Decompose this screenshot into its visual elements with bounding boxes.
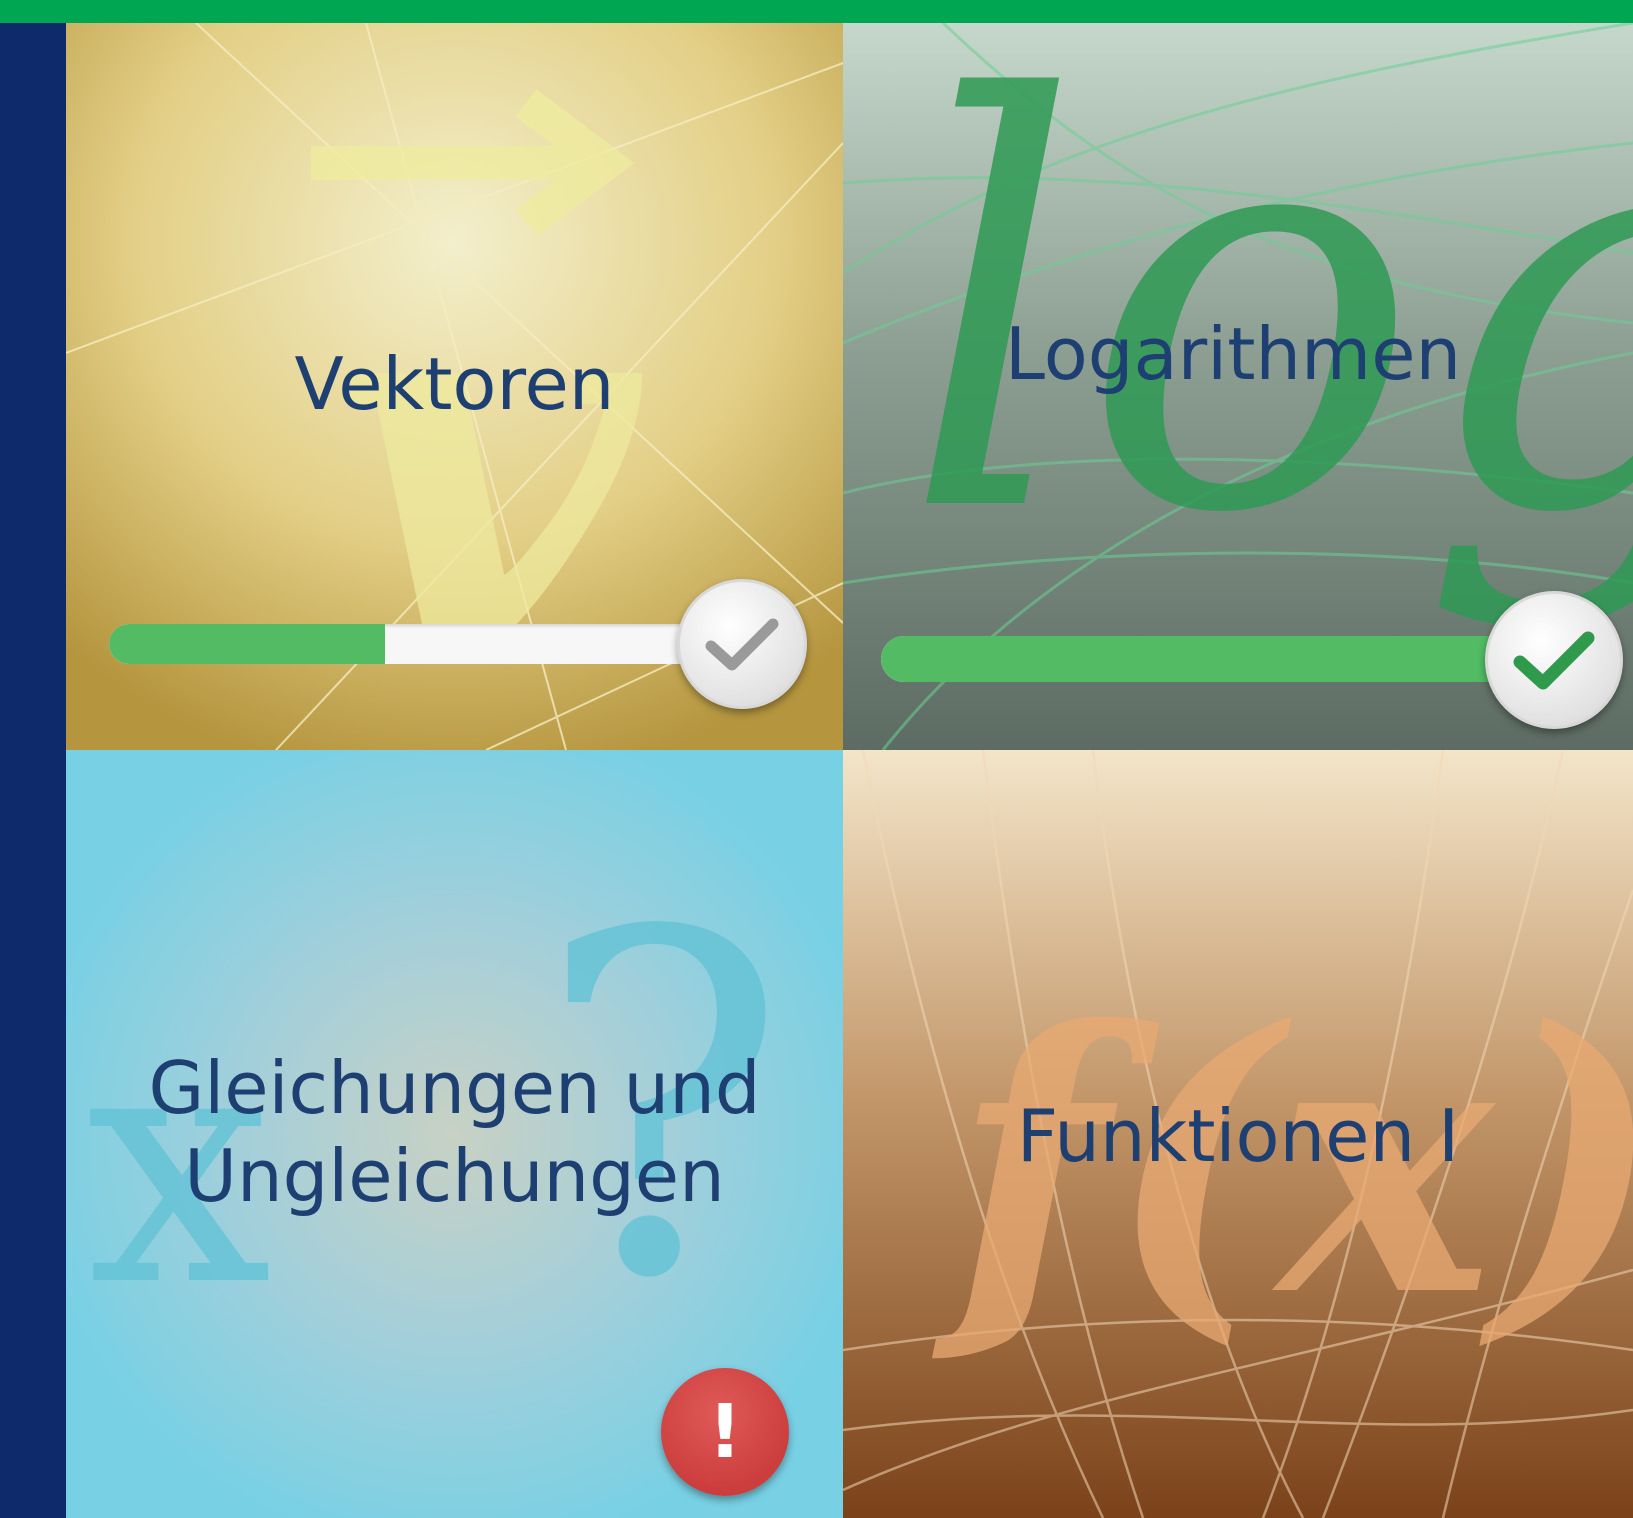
tile-vektoren[interactable]: v Vektoren [66,23,843,750]
tile-title-funktionen: Funktionen I [1016,1094,1460,1178]
progress-bar-logarithmen [881,636,1521,682]
tile-title-vektoren: Vektoren [294,342,615,426]
title-line-2: Ungleichungen [184,1133,725,1218]
progress-fill-logarithmen [881,636,1521,682]
progress-fill-vektoren [109,624,385,664]
alert-icon: ! [661,1368,789,1496]
tile-title-gleichungen: Gleichungen und Ungleichungen [66,1045,843,1221]
check-gray-icon [705,618,779,671]
status-check-gray-icon [677,579,807,709]
tile-logarithmen[interactable]: log Logarithmen [843,23,1633,750]
sidebar [0,23,66,1518]
status-check-green-icon [1485,591,1623,729]
progress-bar-vektoren [109,624,709,664]
alert-mark: ! [708,1389,742,1475]
tile-title-logarithmen: Logarithmen [1004,312,1462,396]
top-bar [0,0,1633,23]
check-green-icon [1513,631,1595,690]
tile-funktionen[interactable]: f(x) Funktionen I [843,750,1633,1518]
tile-gleichungen[interactable]: x ? Gleichungen und Ungleichungen ! [66,750,843,1518]
title-line-1: Gleichungen und [148,1046,761,1130]
